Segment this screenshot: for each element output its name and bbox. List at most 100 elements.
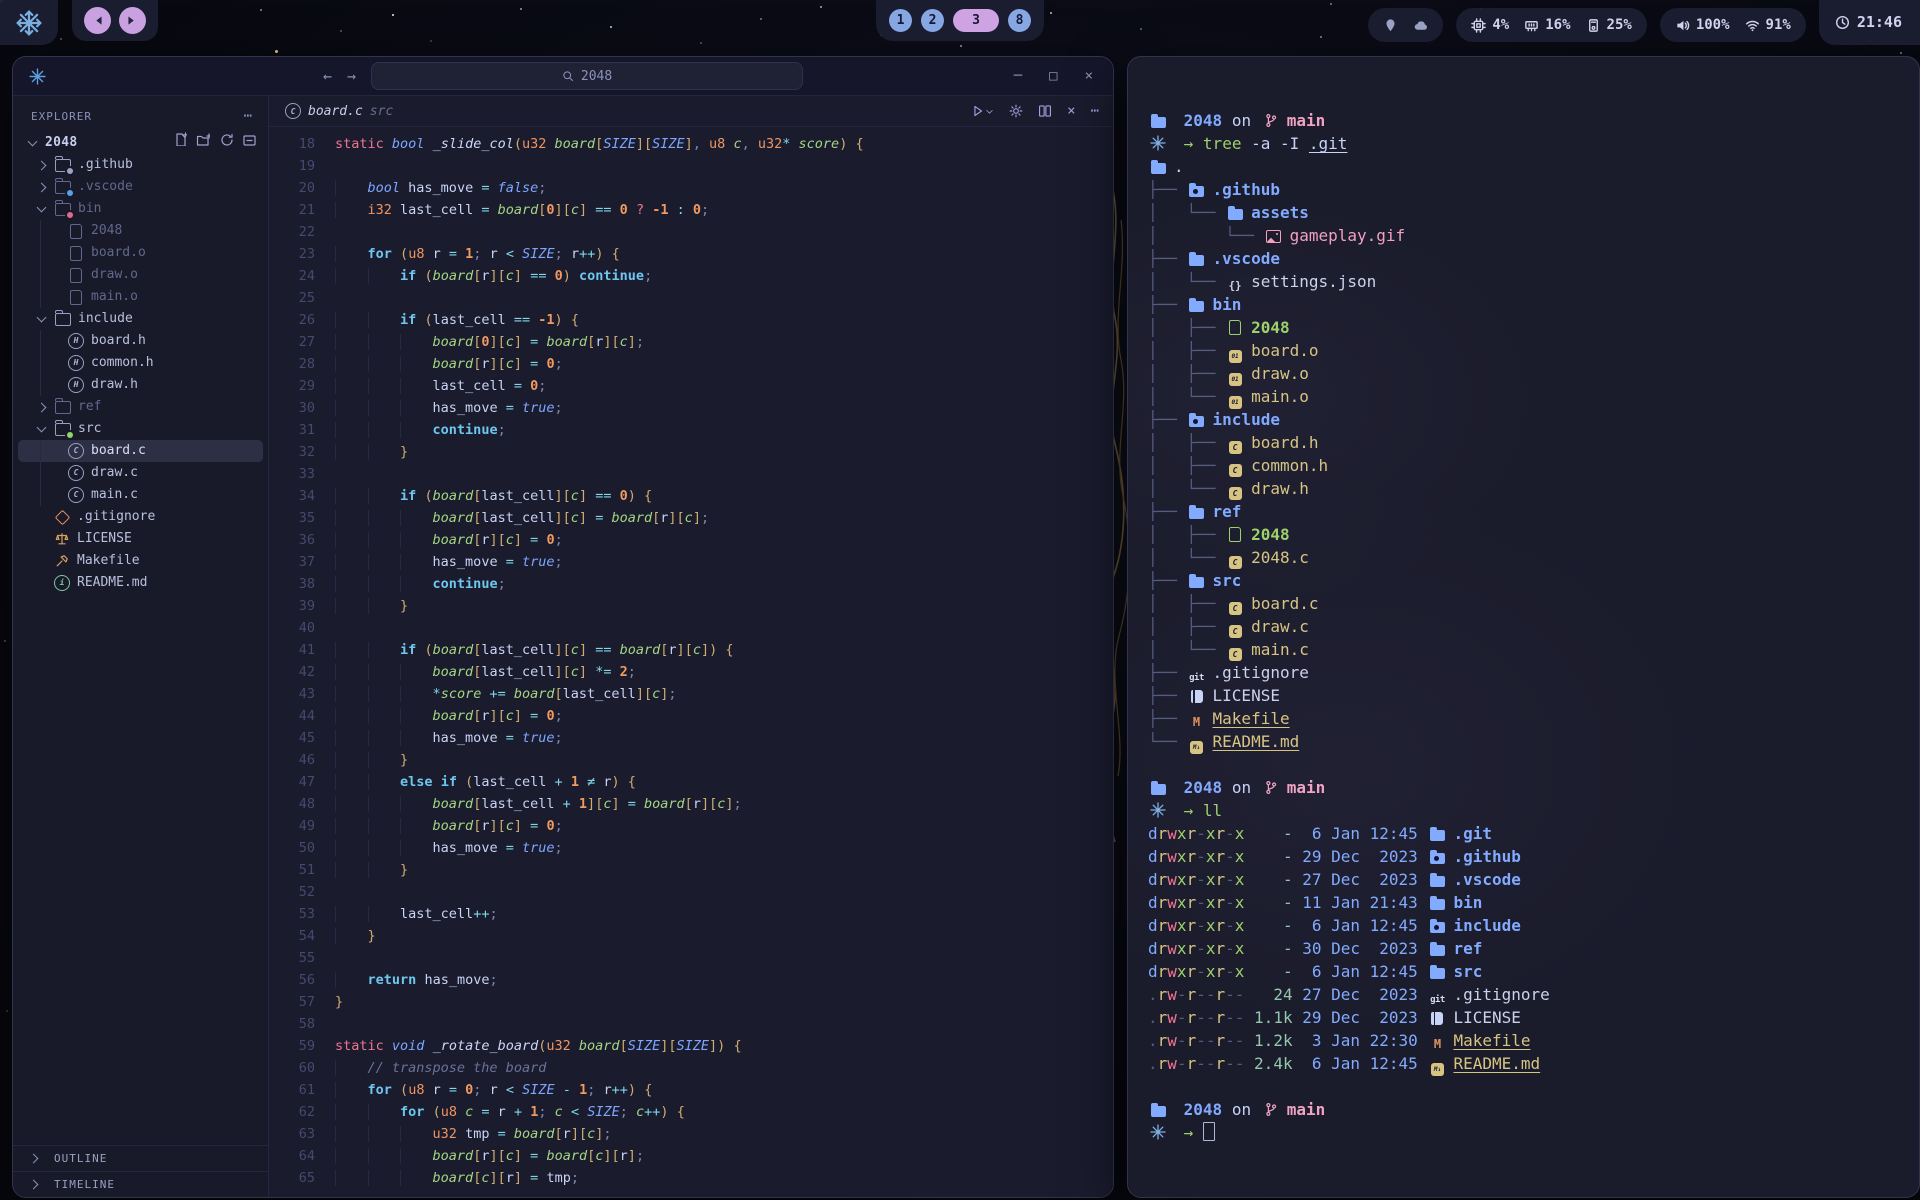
workspace-8[interactable]: 8 <box>1008 9 1031 32</box>
code-line-39[interactable]: 39 } <box>269 595 1113 617</box>
code-line-31[interactable]: 31 continue; <box>269 419 1113 441</box>
workspace-1[interactable]: 1 <box>889 9 912 32</box>
code-line-47[interactable]: 47 else if (last_cell + 1 ≠ r) { <box>269 771 1113 793</box>
code-line-65[interactable]: 65 board[c][r] = tmp; <box>269 1167 1113 1189</box>
clock-module[interactable]: 21:46 <box>1819 0 1920 45</box>
code-line-61[interactable]: 61 for (u8 r = 0; r < SIZE - 1; r++) { <box>269 1079 1113 1101</box>
tree-item-bin[interactable]: bin <box>18 198 263 220</box>
run-button[interactable] <box>971 104 994 118</box>
code-line-48[interactable]: 48 board[last_cell + 1][c] = board[r][c]… <box>269 793 1113 815</box>
code-line-22[interactable]: 22 <box>269 221 1113 243</box>
code-line-54[interactable]: 54 } <box>269 925 1113 947</box>
weather-module[interactable] <box>1368 8 1443 42</box>
editor-more-button[interactable]: ⋯ <box>1091 103 1099 119</box>
tree-item-README.md[interactable]: iREADME.md <box>18 572 263 594</box>
tree-item-board.o[interactable]: board.o <box>18 242 263 264</box>
code-line-28[interactable]: 28 board[r][c] = 0; <box>269 353 1113 375</box>
code-line-25[interactable]: 25 <box>269 287 1113 309</box>
tree-item-include[interactable]: include <box>18 308 263 330</box>
new-file-button[interactable] <box>173 132 187 154</box>
audio-network-module[interactable]: 100% 91% <box>1660 8 1806 42</box>
code-line-56[interactable]: 56 return has_move; <box>269 969 1113 991</box>
explorer-more-button[interactable]: ⋯ <box>244 108 252 124</box>
code-line-52[interactable]: 52 <box>269 881 1113 903</box>
code-line-53[interactable]: 53 last_cell++; <box>269 903 1113 925</box>
code-line-59[interactable]: 59static void _rotate_board(u32 board[SI… <box>269 1035 1113 1057</box>
code-line-21[interactable]: 21 i32 last_cell = board[0][c] == 0 ? -1… <box>269 199 1113 221</box>
tree-item-draw.h[interactable]: Hdraw.h <box>18 374 263 396</box>
tree-item-ref[interactable]: ref <box>18 396 263 418</box>
tree-item-2048[interactable]: 2048 <box>18 220 263 242</box>
code-line-24[interactable]: 24 if (board[r][c] == 0) continue; <box>269 265 1113 287</box>
code-line-27[interactable]: 27 board[0][c] = board[r][c]; <box>269 331 1113 353</box>
tree-item-src[interactable]: src <box>18 418 263 440</box>
media-next-button[interactable] <box>119 7 146 34</box>
vscode-titlebar[interactable]: ← → 2048 ─ □ × <box>13 57 1113 96</box>
system-stats-module[interactable]: 4% 16% 25% <box>1456 8 1646 42</box>
tree-item-.github[interactable]: .github <box>18 154 263 176</box>
split-editor-button[interactable] <box>1038 104 1052 118</box>
refresh-explorer-button[interactable] <box>219 132 233 154</box>
code-line-49[interactable]: 49 board[r][c] = 0; <box>269 815 1113 837</box>
code-line-60[interactable]: 60 // transpose the board <box>269 1057 1113 1079</box>
new-folder-button[interactable] <box>196 132 210 154</box>
code-line-20[interactable]: 20 bool has_move = false; <box>269 177 1113 199</box>
tree-item-.gitignore[interactable]: .gitignore <box>18 506 263 528</box>
code-line-33[interactable]: 33 <box>269 463 1113 485</box>
media-previous-button[interactable] <box>84 7 111 34</box>
tree-item-draw.c[interactable]: Cdraw.c <box>18 462 263 484</box>
tree-item-main.c[interactable]: Cmain.c <box>18 484 263 506</box>
tree-item-common.h[interactable]: Hcommon.h <box>18 352 263 374</box>
minimize-button[interactable]: ─ <box>1014 68 1022 84</box>
tree-item-board.c[interactable]: Cboard.c <box>18 440 263 462</box>
tree-item-main.o[interactable]: main.o <box>18 286 263 308</box>
collapse-folders-button[interactable] <box>242 132 256 154</box>
code-line-64[interactable]: 64 board[r][c] = board[c][r]; <box>269 1145 1113 1167</box>
close-button[interactable]: × <box>1085 68 1093 84</box>
code-line-46[interactable]: 46 } <box>269 749 1113 771</box>
settings-button[interactable] <box>1009 104 1023 118</box>
tree-item-LICENSE[interactable]: LICENSE <box>18 528 263 550</box>
tree-item-board.h[interactable]: Hboard.h <box>18 330 263 352</box>
workspace-3[interactable]: 3 <box>953 9 999 32</box>
code-line-58[interactable]: 58 <box>269 1013 1113 1035</box>
code-line-51[interactable]: 51 } <box>269 859 1113 881</box>
code-line-35[interactable]: 35 board[last_cell][c] = board[r][c]; <box>269 507 1113 529</box>
tree-item-draw.o[interactable]: draw.o <box>18 264 263 286</box>
code-line-18[interactable]: 18static bool _slide_col(u32 board[SIZE]… <box>269 133 1113 155</box>
code-line-44[interactable]: 44 board[r][c] = 0; <box>269 705 1113 727</box>
nav-back-button[interactable]: ← <box>323 67 332 85</box>
code-line-38[interactable]: 38 continue; <box>269 573 1113 595</box>
panel-timeline[interactable]: TIMELINE <box>13 1171 268 1197</box>
code-line-32[interactable]: 32 } <box>269 441 1113 463</box>
code-line-34[interactable]: 34 if (board[last_cell][c] == 0) { <box>269 485 1113 507</box>
code-line-29[interactable]: 29 last_cell = 0; <box>269 375 1113 397</box>
code-line-26[interactable]: 26 if (last_cell == -1) { <box>269 309 1113 331</box>
tree-item-Makefile[interactable]: Makefile <box>18 550 263 572</box>
maximize-button[interactable]: □ <box>1049 68 1057 84</box>
nav-forward-button[interactable]: → <box>347 67 356 85</box>
tree-item-2048[interactable]: 2048 <box>18 132 263 154</box>
terminal-content[interactable]: 2048 on main → tree -a -I .git.├── .gith… <box>1128 57 1919 1144</box>
panel-outline[interactable]: OUTLINE <box>13 1145 268 1171</box>
code-line-37[interactable]: 37 has_move = true; <box>269 551 1113 573</box>
code-line-41[interactable]: 41 if (board[last_cell][c] == board[r][c… <box>269 639 1113 661</box>
code-area[interactable]: 18static bool _slide_col(u32 board[SIZE]… <box>269 127 1113 1189</box>
code-line-63[interactable]: 63 u32 tmp = board[r][c]; <box>269 1123 1113 1145</box>
tree-item-.vscode[interactable]: .vscode <box>18 176 263 198</box>
code-line-45[interactable]: 45 has_move = true; <box>269 727 1113 749</box>
workspace-2[interactable]: 2 <box>921 9 944 32</box>
code-line-50[interactable]: 50 has_move = true; <box>269 837 1113 859</box>
code-line-40[interactable]: 40 <box>269 617 1113 639</box>
code-line-36[interactable]: 36 board[r][c] = 0; <box>269 529 1113 551</box>
code-line-62[interactable]: 62 for (u8 c = r + 1; c < SIZE; c++) { <box>269 1101 1113 1123</box>
code-line-42[interactable]: 42 board[last_cell][c] *= 2; <box>269 661 1113 683</box>
tab-board.c[interactable]: C board.c src <box>269 103 393 119</box>
command-center-search[interactable]: 2048 <box>371 62 803 90</box>
code-line-19[interactable]: 19 <box>269 155 1113 177</box>
code-line-23[interactable]: 23 for (u8 r = 1; r < SIZE; r++) { <box>269 243 1113 265</box>
code-line-57[interactable]: 57} <box>269 991 1113 1013</box>
launcher-button[interactable] <box>0 0 58 45</box>
code-line-55[interactable]: 55 <box>269 947 1113 969</box>
code-line-43[interactable]: 43 *score += board[last_cell][c]; <box>269 683 1113 705</box>
